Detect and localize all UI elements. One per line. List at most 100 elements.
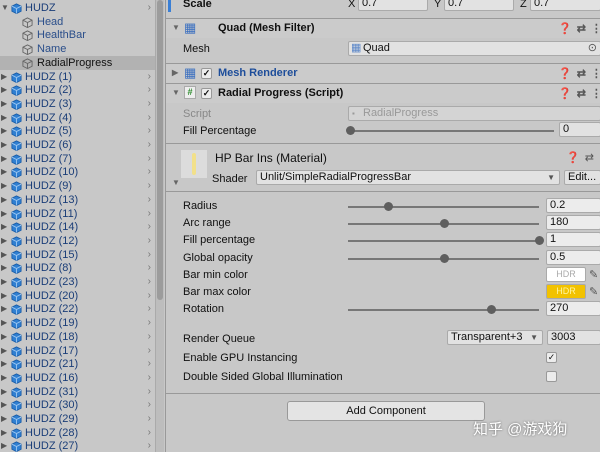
foldout-arrow-icon[interactable]: ▼ [172,23,180,32]
hierarchy-item[interactable]: ▶ HUDZ (12) › [0,234,155,248]
hierarchy-item[interactable]: ▶ HUDZ (29) › [0,412,155,426]
expand-arrow-icon[interactable]: ▶ [1,83,7,97]
help-settings-menu-icons[interactable]: ❓⇄⋮ [558,87,600,100]
chevron-right-icon[interactable]: › [148,83,151,97]
expand-arrow-icon[interactable]: ▶ [1,207,7,221]
expand-arrow-icon[interactable]: ▶ [1,70,7,84]
chevron-right-icon[interactable]: › [148,426,151,440]
hierarchy-item[interactable]: ▶ HUDZ (2) › [0,83,155,97]
chevron-right-icon[interactable]: › [148,152,151,166]
mesh-renderer-header[interactable]: ▶ ▦ ✓ Mesh Renderer ❓⇄⋮ [166,63,600,83]
property-value-field[interactable]: 180 [546,215,600,231]
property-value-field[interactable]: 0.2 [546,198,600,213]
expand-arrow-icon[interactable]: ▶ [1,152,7,166]
hierarchy-item-child[interactable]: Name [0,42,155,56]
chevron-right-icon[interactable]: › [148,220,151,234]
chevron-right-icon[interactable]: › [148,193,151,207]
hierarchy-item-child[interactable]: Head [0,15,155,29]
chevron-right-icon[interactable]: › [148,97,151,111]
hierarchy-item[interactable]: ▶ HUDZ (13) › [0,193,155,207]
hierarchy-item[interactable]: ▶ HUDZ (21) › [0,357,155,371]
hierarchy-item[interactable]: ▶ HUDZ (30) › [0,398,155,412]
chevron-right-icon[interactable]: › [148,138,151,152]
hierarchy-item[interactable]: ▶ HUDZ (15) › [0,248,155,262]
slider-thumb[interactable] [439,253,449,263]
property-slider[interactable] [348,202,539,211]
hierarchy-item[interactable]: ▶ HUDZ (23) › [0,275,155,289]
slider-thumb[interactable] [439,219,449,229]
object-picker-icon[interactable]: ⊙ [588,42,597,55]
scale-z-field[interactable]: 0.7 [530,0,600,11]
chevron-right-icon[interactable]: › [148,275,151,289]
chevron-right-icon[interactable]: › [148,357,151,371]
expand-arrow-icon[interactable]: ▶ [1,138,7,152]
fill-percentage-field[interactable]: 0 [559,122,600,137]
chevron-right-icon[interactable]: › [148,385,151,399]
expand-arrow-icon[interactable]: ▶ [1,412,7,426]
hierarchy-scrollbar[interactable] [155,0,164,452]
expand-arrow-icon[interactable]: ▶ [1,302,7,316]
foldout-arrow-icon[interactable]: ▼ [172,178,180,187]
hierarchy-item[interactable]: ▶ HUDZ (6) › [0,138,155,152]
expand-arrow-icon[interactable]: ▼ [1,1,9,15]
hierarchy-item[interactable]: ▶ HUDZ (27) › [0,439,155,452]
shader-dropdown[interactable]: Unlit/SimpleRadialProgressBar ▼ [256,170,560,185]
hierarchy-item[interactable]: ▶ HUDZ (1) › [0,70,155,84]
radial-progress-header[interactable]: ▼ # ✓ Radial Progress (Script) ❓⇄⋮ [166,83,600,103]
hierarchy-item[interactable]: ▶ HUDZ (11) › [0,207,155,221]
expand-arrow-icon[interactable]: ▶ [1,97,7,111]
expand-arrow-icon[interactable]: ▶ [1,165,7,179]
expand-arrow-icon[interactable]: ▶ [1,371,7,385]
slider-thumb[interactable] [384,202,394,211]
hierarchy-item[interactable]: ▶ HUDZ (16) › [0,371,155,385]
hierarchy-item[interactable]: ▶ HUDZ (3) › [0,97,155,111]
expand-arrow-icon[interactable]: ▶ [1,179,7,193]
property-value-field[interactable]: 270 [546,301,600,317]
hierarchy-item[interactable]: ▶ HUDZ (28) › [0,426,155,440]
chevron-right-icon[interactable]: › [148,1,151,15]
property-value-field[interactable]: 0.5 [546,249,600,265]
chevron-right-icon[interactable]: › [148,302,151,316]
chevron-right-icon[interactable]: › [148,344,151,358]
expand-arrow-icon[interactable]: ▶ [1,111,7,125]
gpu-instancing-checkbox[interactable]: ✓ [546,352,557,363]
fill-percentage-slider[interactable] [346,126,554,135]
property-slider[interactable] [348,253,539,263]
hierarchy-item[interactable]: ▶ HUDZ (10) › [0,165,155,179]
expand-arrow-icon[interactable]: ▶ [1,261,7,275]
hierarchy-item[interactable]: ▶ HUDZ (20) › [0,289,155,303]
chevron-right-icon[interactable]: › [148,124,151,138]
chevron-right-icon[interactable]: › [148,70,151,84]
property-slider[interactable] [348,219,539,229]
add-component-button[interactable]: Add Component [287,401,485,421]
chevron-right-icon[interactable]: › [148,111,151,125]
mesh-filter-header[interactable]: ▼ ▦ Quad (Mesh Filter) ❓⇄⋮ [166,18,600,38]
chevron-right-icon[interactable]: › [148,371,151,385]
foldout-arrow-icon[interactable]: ▼ [172,88,180,97]
hierarchy-item-root[interactable]: ▼ HUDZ › [0,1,155,15]
hierarchy-item-child[interactable]: RadialProgress [0,55,155,70]
expand-arrow-icon[interactable]: ▶ [1,385,7,399]
mesh-field[interactable]: ▦ Quad ⊙ [348,41,600,56]
mesh-renderer-enabled-checkbox[interactable]: ✓ [201,68,212,79]
scale-y-field[interactable]: 0.7 [444,0,514,11]
help-settings-menu-icons[interactable]: ❓⇄⋮ [566,151,600,164]
hierarchy-item[interactable]: ▶ HUDZ (9) › [0,179,155,193]
foldout-arrow-icon[interactable]: ▶ [172,68,178,77]
expand-arrow-icon[interactable]: ▶ [1,344,7,358]
expand-arrow-icon[interactable]: ▶ [1,248,7,262]
property-value-field[interactable]: 1 [546,232,600,248]
eyedropper-icon[interactable]: ✎ [589,285,598,298]
expand-arrow-icon[interactable]: ▶ [1,220,7,234]
hierarchy-item[interactable]: ▶ HUDZ (17) › [0,344,155,358]
eyedropper-icon[interactable]: ✎ [589,268,598,281]
chevron-right-icon[interactable]: › [148,261,151,275]
expand-arrow-icon[interactable]: ▶ [1,357,7,371]
chevron-right-icon[interactable]: › [148,248,151,262]
chevron-right-icon[interactable]: › [148,289,151,303]
chevron-right-icon[interactable]: › [148,207,151,221]
script-enabled-checkbox[interactable]: ✓ [201,88,212,99]
color-swatch[interactable]: HDR [546,266,586,282]
hierarchy-item[interactable]: ▶ HUDZ (4) › [0,111,155,125]
hierarchy-item[interactable]: ▶ HUDZ (18) › [0,330,155,344]
